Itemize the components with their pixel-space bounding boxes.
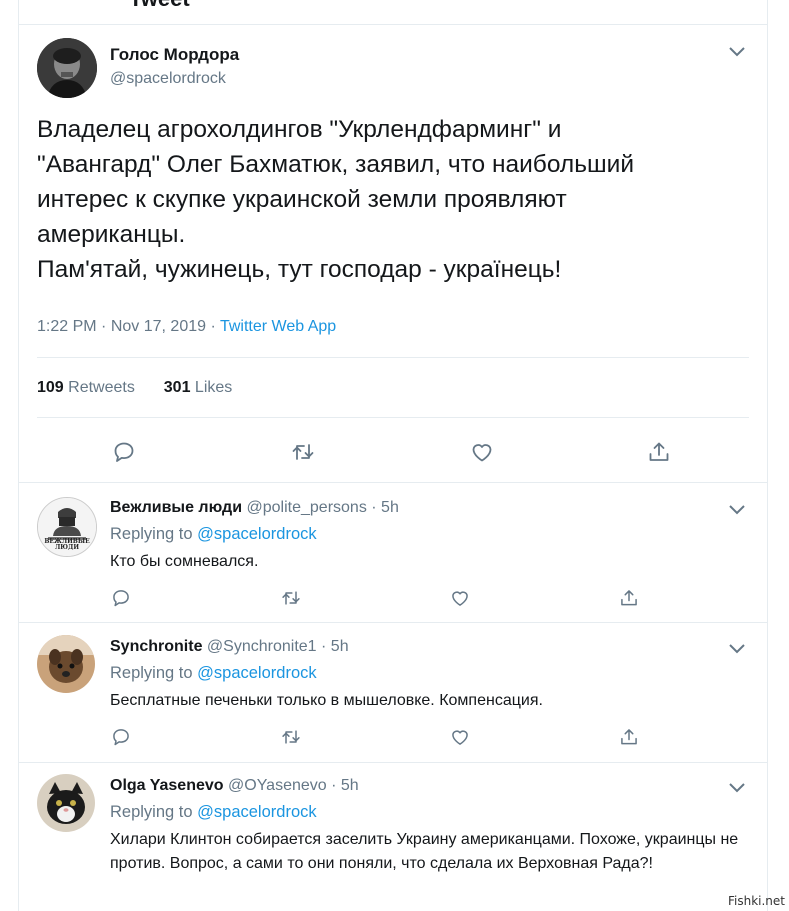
heart-icon[interactable] [450,727,470,747]
reply-author-name[interactable]: Olga Yasenevo [110,777,224,794]
tweet-meta: 1:22 PM · Nov 17, 2019 · Twitter Web App [37,318,336,336]
likes-stat[interactable]: 301 Likes [164,379,233,396]
meta-separator: · [331,777,337,794]
author-name[interactable]: Голос Мордора [110,45,239,65]
reply-icon[interactable] [111,588,131,608]
replying-to-label: Replying to [110,664,193,682]
share-icon[interactable] [619,588,639,608]
retweets-label: Retweets [68,379,135,396]
divider [19,24,767,25]
replying-to-label: Replying to [110,525,193,543]
reply-author-name[interactable]: Synchronite [110,638,202,655]
chevron-down-icon[interactable] [729,781,745,796]
avatar[interactable] [37,635,95,693]
reply-header: Olga Yasenevo @OYasenevo · 5h [110,777,359,795]
replying-to-link[interactable]: @spacelordrock [197,803,316,821]
meta-separator: · [101,318,107,335]
avatar-caption: ВЕЖЛИВЫЕ ЛЮДИ [44,538,90,551]
reply-header: Synchronite @Synchronite1 · 5h [110,638,349,656]
reply-time[interactable]: 5h [381,499,399,516]
meta-separator: · [371,499,377,516]
chevron-down-icon[interactable] [729,45,745,60]
reply-author-handle[interactable]: @polite_persons [247,499,367,516]
reply-author-name[interactable]: Вежливые люди [110,499,242,516]
share-icon[interactable] [647,440,671,464]
header-title-partial: Tweet [129,0,190,12]
tweet-time[interactable]: 1:22 PM [37,318,97,335]
reply-time[interactable]: 5h [331,638,349,655]
reply-author-handle[interactable]: @OYasenevo [228,777,327,794]
reply-text: Кто бы сомневался. [110,553,259,570]
replying-to: Replying to @spacelordrock [110,664,317,683]
replying-to-label: Replying to [110,803,193,821]
author-handle[interactable]: @spacelordrock [110,70,226,88]
watermark: Fishki.net [727,894,785,908]
reply-icon[interactable] [112,440,136,464]
meta-separator: · [210,318,216,335]
heart-icon[interactable] [450,588,470,608]
reply-text: Бесплатные печеньки только в мышеловке. … [110,692,543,709]
retweet-icon[interactable] [291,440,315,464]
reply-icon[interactable] [111,727,131,747]
replying-to-link[interactable]: @spacelordrock [197,664,316,682]
divider [19,482,767,483]
replying-to-link[interactable]: @spacelordrock [197,525,316,543]
tweet-source-link[interactable]: Twitter Web App [220,318,336,335]
likes-count: 301 [163,379,191,396]
divider [37,417,749,418]
replying-to: Replying to @spacelordrock [110,803,317,822]
reply-header: Вежливые люди @polite_persons · 5h [110,499,399,517]
meta-separator: · [321,638,327,655]
avatar[interactable] [37,774,95,832]
tweet-date[interactable]: Nov 17, 2019 [111,318,206,335]
heart-icon[interactable] [470,440,494,464]
divider [19,622,767,623]
chevron-down-icon[interactable] [729,642,745,657]
avatar[interactable] [37,38,97,98]
share-icon[interactable] [619,727,639,747]
reply-time[interactable]: 5h [341,777,359,794]
retweets-stat[interactable]: 109 Retweets [37,379,135,396]
divider [37,357,749,358]
retweet-icon[interactable] [281,727,301,747]
retweet-icon[interactable] [281,588,301,608]
replying-to: Replying to @spacelordrock [110,525,317,544]
divider [19,762,767,763]
avatar[interactable]: ВЕЖЛИВЫЕ ЛЮДИ [37,497,97,557]
likes-label: Likes [194,379,233,396]
retweets-count: 109 [37,379,64,396]
tweet-text: Владелец агрохолдингов "Укрлендфарминг" … [37,116,635,283]
tweet-stats: 109 Retweets 301 Likes [37,379,232,397]
reply-author-handle[interactable]: @Synchronite1 [207,638,317,655]
reply-text: Хилари Клинтон собирается заселить Украи… [110,831,739,872]
tweet-thread: Tweet Голос Мордора @spacelordrock Владе… [18,0,768,911]
chevron-down-icon[interactable] [729,503,745,518]
